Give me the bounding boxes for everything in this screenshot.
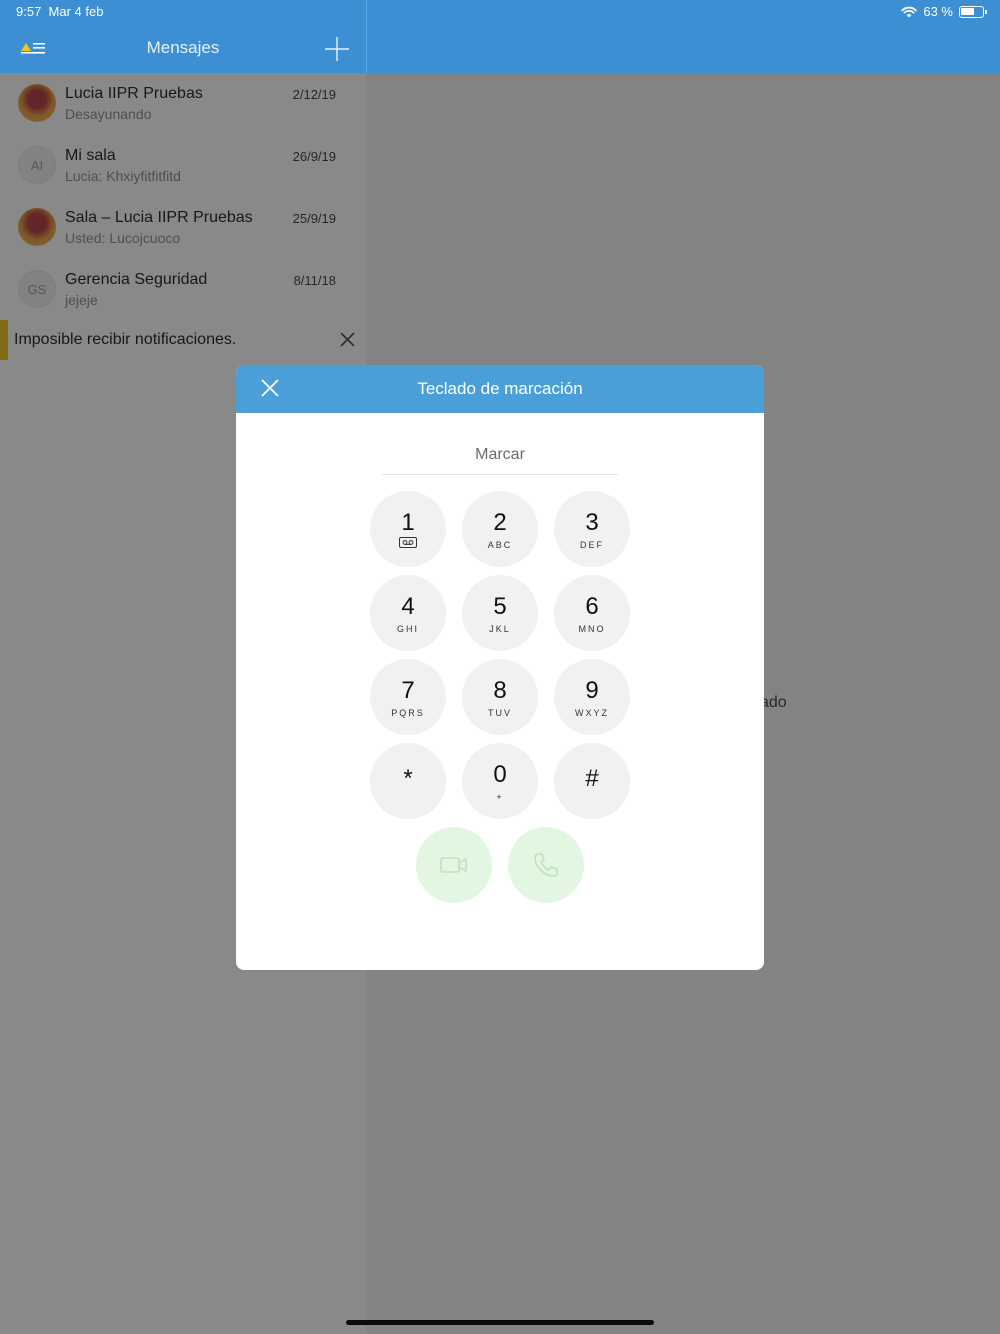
key-digit: 7 [401,677,415,704]
wifi-icon [901,6,918,17]
battery-percentage: 63 % [923,4,953,19]
key-digit: 4 [401,593,415,620]
modal-header: Teclado de marcación [236,365,764,413]
new-message-button[interactable] [324,36,350,62]
home-indicator [346,1320,654,1325]
dial-key-8[interactable]: 8 TUV [462,659,538,735]
dial-number-input[interactable] [382,435,618,475]
dial-key-5[interactable]: 5 JKL [462,575,538,651]
video-call-icon [440,857,467,873]
video-call-button[interactable] [416,827,492,903]
dial-key-4[interactable]: 4 GHI [370,575,446,651]
dial-key-star[interactable]: * [370,743,446,819]
key-digit: 2 [493,509,507,536]
voice-call-button[interactable] [508,827,584,903]
key-digit: 3 [585,509,599,536]
key-digit: 8 [493,677,507,704]
dial-key-6[interactable]: 6 MNO [554,575,630,651]
top-bar: 9:57 Mar 4 feb 63 % Mensajes [0,0,1000,73]
key-letters: TUV [488,708,512,718]
battery-icon [959,5,987,18]
key-digit: * [403,765,413,792]
phone-call-icon [534,853,558,877]
key-digit: # [585,765,599,792]
dial-key-0[interactable]: 0 + [462,743,538,819]
key-letters: ABC [487,540,513,550]
key-letters: JKL [489,624,511,634]
key-digit: 5 [493,593,507,620]
page-title: Mensajes [146,38,220,57]
dialpad-modal: Teclado de marcación 1 2 ABC 3 DEF 4 GHI… [236,365,764,970]
key-digit: 0 [493,761,507,788]
key-digit: 1 [401,509,415,536]
key-digit: 6 [585,593,599,620]
key-digit: 9 [585,677,599,704]
dial-key-3[interactable]: 3 DEF [554,491,630,567]
voicemail-icon [399,537,417,548]
modal-title: Teclado de marcación [417,379,583,398]
dial-key-2[interactable]: 2 ABC [462,491,538,567]
status-time: 9:57 Mar 4 feb [16,4,103,19]
dial-key-7[interactable]: 7 PQRS [370,659,446,735]
status-date: Mar 4 feb [48,4,104,19]
key-letters: WXYZ [575,708,609,718]
dial-key-1[interactable]: 1 [370,491,446,567]
key-letters: MNO [578,624,606,634]
pane-divider [366,0,367,73]
key-letters: + [496,792,504,802]
status-clock: 9:57 [16,4,42,19]
status-indicators: 63 % [901,4,987,19]
key-letters: PQRS [391,708,425,718]
dial-key-9[interactable]: 9 WXYZ [554,659,630,735]
key-letters: GHI [396,624,419,634]
dial-key-hash[interactable]: # [554,743,630,819]
key-letters: DEF [580,540,604,550]
